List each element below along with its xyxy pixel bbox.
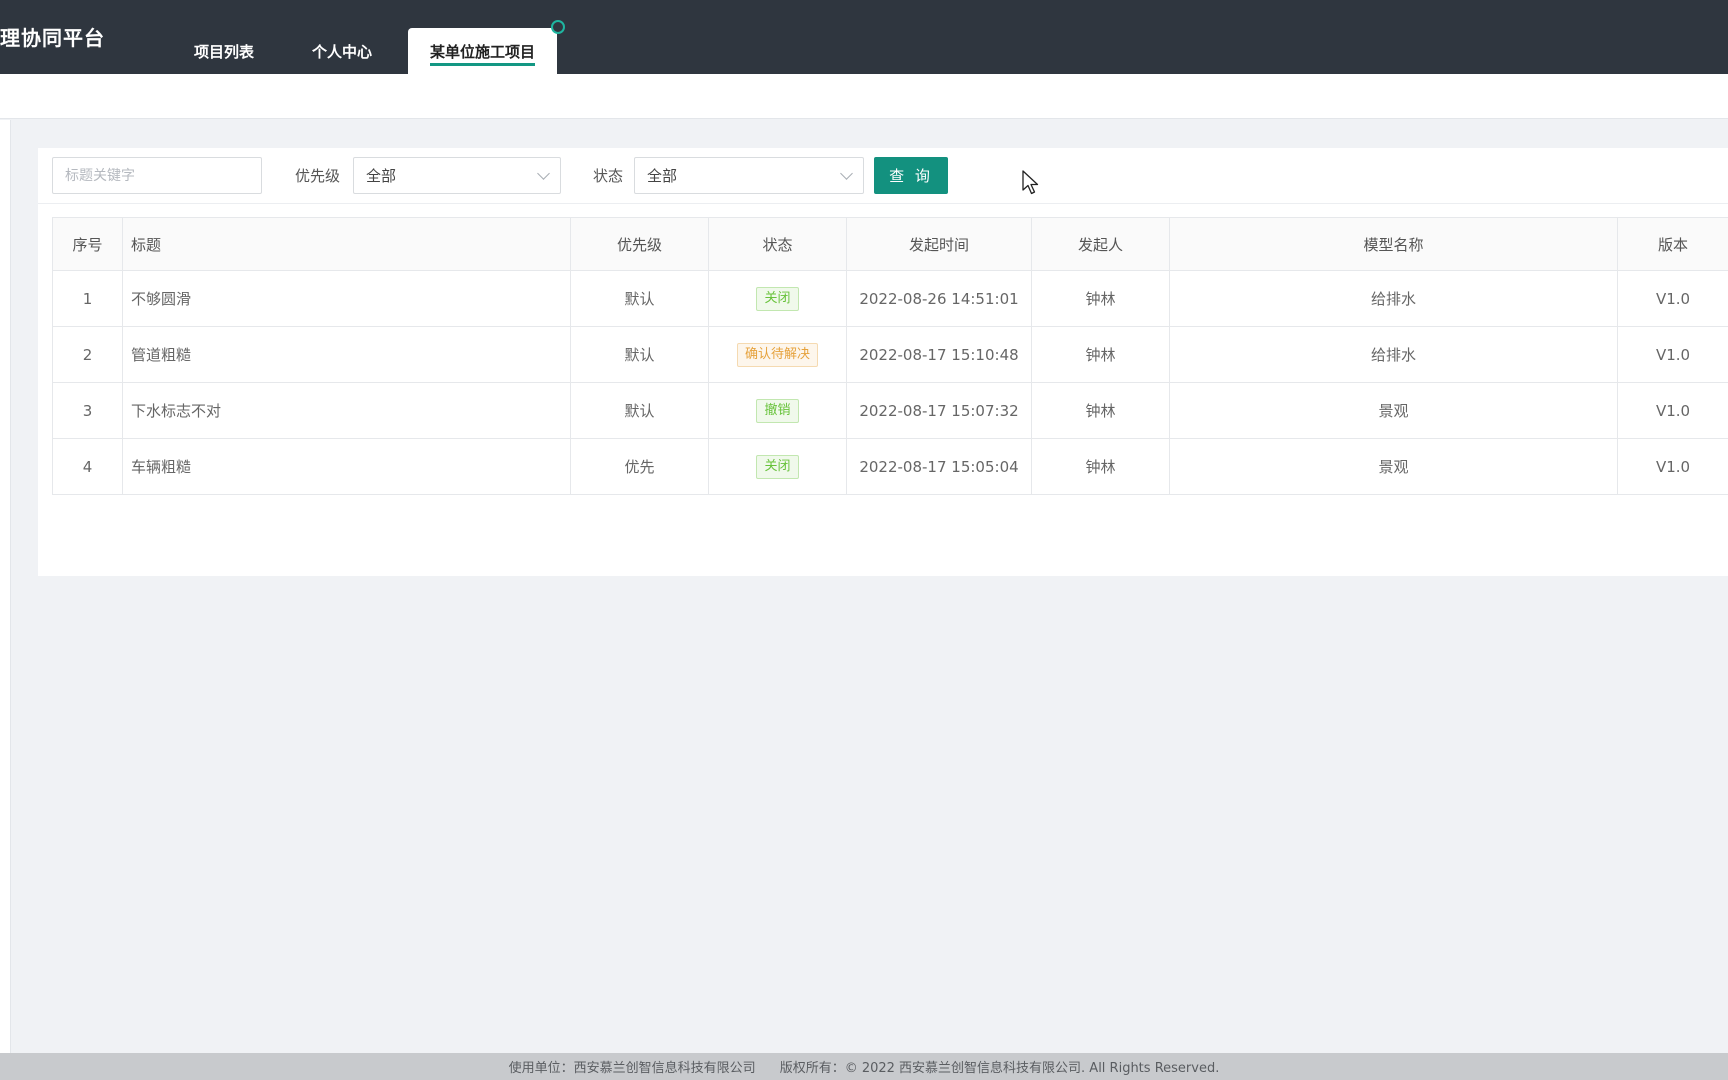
table-row[interactable]: 1 不够圆滑 默认 关闭 2022-08-26 14:51:01 钟林 给排水 … bbox=[52, 270, 1728, 327]
chevron-down-icon bbox=[537, 167, 550, 180]
table-row[interactable]: 3 下水标志不对 默认 撤销 2022-08-17 15:07:32 钟林 景观… bbox=[52, 382, 1728, 439]
cell-title[interactable]: 下水标志不对 bbox=[122, 382, 571, 439]
tab-label: 某单位施工项目 bbox=[430, 42, 536, 61]
sub-toolbar bbox=[0, 74, 1728, 119]
issue-table-wrapper: 序号 标题 优先级 状态 发起时间 发起人 模型名称 版本 1 不够圆滑 默认 … bbox=[52, 217, 1728, 495]
table-header-row: 序号 标题 优先级 状态 发起时间 发起人 模型名称 版本 bbox=[52, 217, 1728, 271]
tab-label: 项目列表 bbox=[194, 42, 255, 61]
cell-no: 2 bbox=[52, 326, 123, 383]
chevron-down-icon bbox=[840, 167, 853, 180]
cell-status: 关闭 bbox=[708, 438, 847, 495]
cell-title[interactable]: 车辆粗糙 bbox=[122, 438, 571, 495]
cell-priority: 默认 bbox=[570, 326, 709, 383]
column-header-title[interactable]: 标题 bbox=[122, 217, 571, 271]
column-header-status[interactable]: 状态 bbox=[708, 217, 847, 271]
cell-model: 给排水 bbox=[1169, 326, 1618, 383]
tab-personal-center[interactable]: 个人中心 bbox=[290, 28, 394, 74]
cell-status: 关闭 bbox=[708, 270, 847, 327]
tab-current-project[interactable]: 某单位施工项目 bbox=[408, 20, 566, 74]
footer-unit: 使用单位：西安慕兰创智信息科技有限公司 bbox=[508, 1061, 756, 1076]
column-header-model[interactable]: 模型名称 bbox=[1169, 217, 1618, 271]
column-header-no[interactable]: 序号 bbox=[52, 217, 123, 271]
cell-no: 4 bbox=[52, 438, 123, 495]
column-header-priority[interactable]: 优先级 bbox=[570, 217, 709, 271]
cell-time: 2022-08-26 14:51:01 bbox=[846, 270, 1032, 327]
top-header: 理协同平台 项目列表 个人中心 某单位施工项目 bbox=[0, 0, 1728, 74]
status-badge: 关闭 bbox=[756, 454, 799, 479]
page-footer: 使用单位：西安慕兰创智信息科技有限公司 版权所有：© 2022 西安慕兰创智信息… bbox=[0, 1053, 1728, 1080]
cell-model: 给排水 bbox=[1169, 270, 1618, 327]
cell-initiator: 钟林 bbox=[1031, 270, 1170, 327]
cell-model: 景观 bbox=[1169, 438, 1618, 495]
status-label: 状态 bbox=[593, 167, 624, 185]
keyword-search-input[interactable] bbox=[52, 157, 262, 194]
query-button[interactable]: 查 询 bbox=[874, 157, 948, 194]
cell-priority: 默认 bbox=[570, 270, 709, 327]
cell-priority: 优先 bbox=[570, 438, 709, 495]
cell-initiator: 钟林 bbox=[1031, 438, 1170, 495]
filter-bar: 优先级 全部 状态 全部 查 询 bbox=[38, 148, 1728, 204]
status-select-value: 全部 bbox=[647, 167, 678, 185]
cell-no: 3 bbox=[52, 382, 123, 439]
cell-version: V1.0 bbox=[1617, 438, 1728, 495]
cell-time: 2022-08-17 15:07:32 bbox=[846, 382, 1032, 439]
cell-time: 2022-08-17 15:05:04 bbox=[846, 438, 1032, 495]
cell-initiator: 钟林 bbox=[1031, 326, 1170, 383]
column-header-time[interactable]: 发起时间 bbox=[846, 217, 1032, 271]
left-sidebar-strip bbox=[0, 120, 11, 1053]
table-row[interactable]: 4 车辆粗糙 优先 关闭 2022-08-17 15:05:04 钟林 景观 V… bbox=[52, 438, 1728, 495]
cell-time: 2022-08-17 15:10:48 bbox=[846, 326, 1032, 383]
notification-dot-icon bbox=[551, 20, 566, 34]
issue-table: 序号 标题 优先级 状态 发起时间 发起人 模型名称 版本 1 不够圆滑 默认 … bbox=[52, 217, 1728, 495]
status-badge: 关闭 bbox=[756, 286, 799, 311]
cell-priority: 默认 bbox=[570, 382, 709, 439]
cell-status: 确认待解决 bbox=[708, 326, 847, 383]
content-panel: 优先级 全部 状态 全部 查 询 序号 bbox=[38, 148, 1728, 576]
table-row[interactable]: 2 管道粗糙 默认 确认待解决 2022-08-17 15:10:48 钟林 给… bbox=[52, 326, 1728, 383]
priority-select-value: 全部 bbox=[366, 167, 397, 185]
status-badge: 确认待解决 bbox=[736, 342, 818, 367]
priority-label: 优先级 bbox=[295, 167, 341, 185]
app-title: 理协同平台 bbox=[0, 26, 105, 50]
status-badge: 撤销 bbox=[756, 398, 799, 423]
column-header-version[interactable]: 版本 bbox=[1617, 217, 1728, 271]
cell-initiator: 钟林 bbox=[1031, 382, 1170, 439]
cell-version: V1.0 bbox=[1617, 270, 1728, 327]
cell-model: 景观 bbox=[1169, 382, 1618, 439]
status-select[interactable]: 全部 bbox=[634, 157, 864, 194]
priority-select[interactable]: 全部 bbox=[353, 157, 561, 194]
cell-version: V1.0 bbox=[1617, 326, 1728, 383]
cell-status: 撤销 bbox=[708, 382, 847, 439]
cell-title[interactable]: 不够圆滑 bbox=[122, 270, 571, 327]
tab-label: 个人中心 bbox=[312, 42, 373, 61]
tab-project-list[interactable]: 项目列表 bbox=[172, 28, 276, 74]
cell-title[interactable]: 管道粗糙 bbox=[122, 326, 571, 383]
footer-copyright: 版权所有：© 2022 西安慕兰创智信息科技有限公司. All Rights R… bbox=[779, 1061, 1220, 1076]
cell-version: V1.0 bbox=[1617, 382, 1728, 439]
cell-no: 1 bbox=[52, 270, 123, 327]
main-nav: 项目列表 个人中心 某单位施工项目 bbox=[172, 20, 571, 74]
column-header-initiator[interactable]: 发起人 bbox=[1031, 217, 1170, 271]
